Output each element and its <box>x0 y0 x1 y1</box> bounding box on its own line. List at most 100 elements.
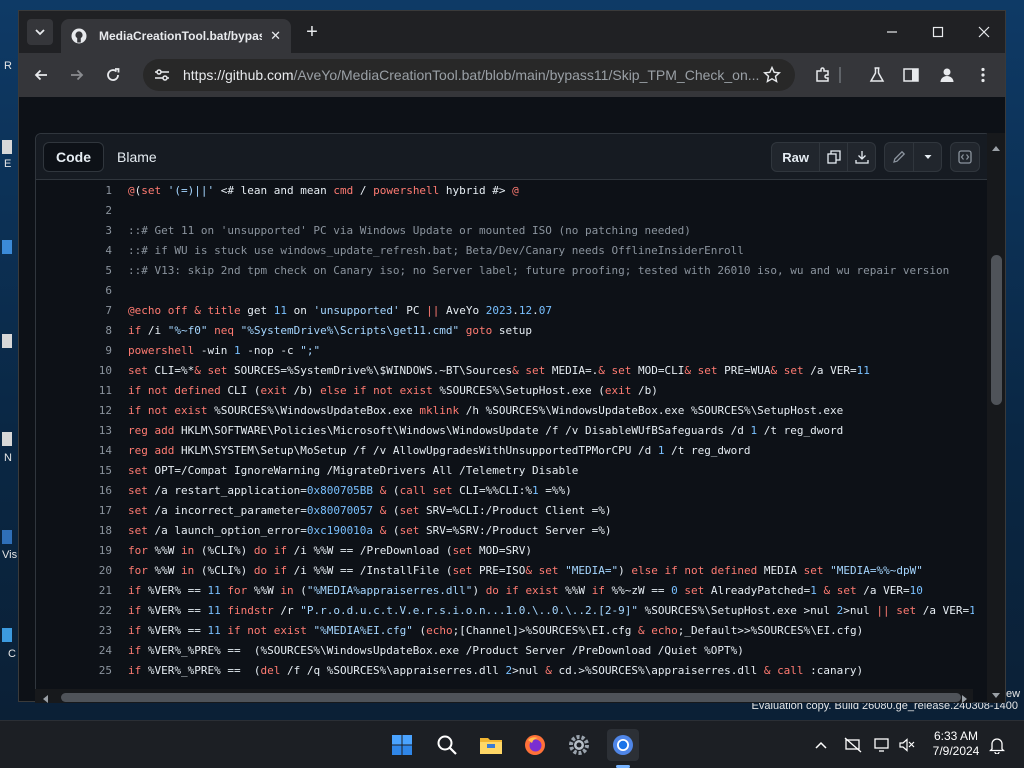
code-line: 11 if not defined CLI (exit /b) else if n… <box>36 380 974 400</box>
raw-button[interactable]: Raw <box>771 142 820 172</box>
code-line: 23 if %VER% == 11 if not exist "%MEDIA%EI… <box>36 620 974 640</box>
desktop-shortcut-icon[interactable] <box>2 432 12 446</box>
code-line: 21 if %VER% == 11 for %%W in ("%MEDIA%app… <box>36 580 974 600</box>
line-number[interactable]: 19 <box>36 544 112 557</box>
scroll-up-icon[interactable] <box>991 139 1001 157</box>
line-number[interactable]: 18 <box>36 524 112 537</box>
code-text: set OPT=/Compat IgnoreWarning /MigrateDr… <box>128 463 579 477</box>
line-number[interactable]: 25 <box>36 664 112 677</box>
firefox-button[interactable] <box>519 729 551 761</box>
side-panel-icon <box>903 68 919 82</box>
clock[interactable]: 6:33 AM 7/9/2024 <box>928 729 984 759</box>
notifications-button[interactable] <box>986 734 1008 756</box>
new-tab-button[interactable]: + <box>299 19 325 45</box>
tab-search-button[interactable] <box>27 19 53 45</box>
quick-settings-button[interactable] <box>872 734 894 756</box>
desktop-shortcut-icon[interactable] <box>2 140 12 154</box>
minimize-button[interactable] <box>869 11 915 53</box>
search-taskbar-button[interactable] <box>431 729 463 761</box>
line-number[interactable]: 22 <box>36 604 112 617</box>
line-number[interactable]: 24 <box>36 644 112 657</box>
scroll-right-icon[interactable] <box>961 691 969 709</box>
edit-options-dropdown[interactable] <box>914 142 942 172</box>
code-text: ::# if WU is stuck use windows_update_re… <box>128 243 744 257</box>
maximize-button[interactable] <box>915 11 961 53</box>
line-number[interactable]: 12 <box>36 404 112 417</box>
browser-tab[interactable]: MediaCreationTool.bat/bypass ✕ <box>61 19 291 53</box>
back-button[interactable] <box>27 61 55 89</box>
desktop-label-ew[interactable]: ew <box>1006 688 1020 700</box>
side-panel-button[interactable] <box>899 63 923 87</box>
line-number[interactable]: 21 <box>36 584 112 597</box>
line-number[interactable]: 20 <box>36 564 112 577</box>
page-top-area <box>19 97 1005 133</box>
volume-button[interactable] <box>896 734 918 756</box>
line-number[interactable]: 14 <box>36 444 112 457</box>
line-number[interactable]: 17 <box>36 504 112 517</box>
desktop-label-c[interactable]: C <box>8 648 16 660</box>
desktop-shortcut-icon[interactable] <box>2 628 12 642</box>
line-number[interactable]: 7 <box>36 304 112 317</box>
code-lines[interactable]: 1 @(set '(=)||' <# lean and mean cmd / po… <box>36 180 974 688</box>
line-number[interactable]: 9 <box>36 344 112 357</box>
vertical-scrollbar-thumb[interactable] <box>991 255 1002 405</box>
code-text: if not exist %SOURCES%\WindowsUpdateBox.… <box>128 403 844 417</box>
line-number[interactable]: 4 <box>36 244 112 257</box>
desktop-shortcut-icon[interactable] <box>2 240 12 254</box>
browser-window: MediaCreationTool.bat/bypass ✕ + https:/… <box>18 10 1007 705</box>
desktop-label-e[interactable]: E <box>4 158 11 170</box>
settings-button[interactable] <box>563 729 595 761</box>
download-button[interactable] <box>848 142 876 172</box>
line-number[interactable]: 2 <box>36 204 112 217</box>
desktop-label-n[interactable]: N <box>4 452 12 464</box>
symbols-panel-button[interactable] <box>950 142 980 172</box>
bookmark-star-icon[interactable] <box>763 66 781 84</box>
file-explorer-button[interactable] <box>475 729 507 761</box>
close-window-button[interactable] <box>961 11 1007 53</box>
speaker-muted-icon <box>899 738 915 752</box>
start-button[interactable] <box>386 729 418 761</box>
network-status[interactable] <box>842 734 864 756</box>
chrome-taskbar-button[interactable] <box>607 729 639 761</box>
line-number[interactable]: 13 <box>36 424 112 437</box>
tab-blame[interactable]: Blame <box>104 142 170 172</box>
browser-toolbar: https://github.com/AveYo/MediaCreationTo… <box>19 53 1005 97</box>
line-number[interactable]: 1 <box>36 184 112 197</box>
line-number[interactable]: 10 <box>36 364 112 377</box>
line-number[interactable]: 15 <box>36 464 112 477</box>
vertical-scrollbar[interactable] <box>987 133 1005 703</box>
address-bar[interactable]: https://github.com/AveYo/MediaCreationTo… <box>143 59 795 91</box>
line-number[interactable]: 11 <box>36 384 112 397</box>
line-number[interactable]: 8 <box>36 324 112 337</box>
code-text: reg add HKLM\SYSTEM\Setup\MoSetup /f /v … <box>128 443 751 457</box>
labs-button[interactable] <box>865 63 889 87</box>
file-actions: Raw <box>771 142 980 172</box>
line-number[interactable]: 3 <box>36 224 112 237</box>
line-number[interactable]: 5 <box>36 264 112 277</box>
code-line: 1 @(set '(=)||' <# lean and mean cmd / po… <box>36 180 974 200</box>
edit-button[interactable] <box>884 142 914 172</box>
show-hidden-icons-button[interactable] <box>810 734 832 756</box>
code-line: 10 set CLI=%*& set SOURCES=%SystemDrive%\… <box>36 360 974 380</box>
scroll-down-icon[interactable] <box>991 687 1001 705</box>
extensions-button[interactable] <box>811 63 835 87</box>
scroll-left-icon[interactable] <box>41 691 49 709</box>
reload-button[interactable] <box>99 61 127 89</box>
tab-code[interactable]: Code <box>43 142 104 172</box>
forward-button[interactable] <box>63 61 91 89</box>
menu-button[interactable] <box>971 63 995 87</box>
profile-button[interactable] <box>935 63 959 87</box>
desktop-label-r[interactable]: R <box>4 60 12 72</box>
close-tab-icon[interactable]: ✕ <box>270 28 281 44</box>
desktop-shortcut-icon[interactable] <box>2 334 12 348</box>
line-number[interactable]: 6 <box>36 284 112 297</box>
horizontal-scrollbar-thumb[interactable] <box>61 693 961 702</box>
copy-raw-button[interactable] <box>820 142 848 172</box>
line-number[interactable]: 16 <box>36 484 112 497</box>
line-number[interactable]: 23 <box>36 624 112 637</box>
desktop-label-vis[interactable]: Vis <box>2 549 17 561</box>
code-square-icon <box>958 150 972 164</box>
desktop-shortcut-icon[interactable] <box>2 530 12 544</box>
network-disconnected-icon <box>844 737 862 753</box>
code-text: ::# Get 11 on 'unsupported' PC via Windo… <box>128 223 691 237</box>
